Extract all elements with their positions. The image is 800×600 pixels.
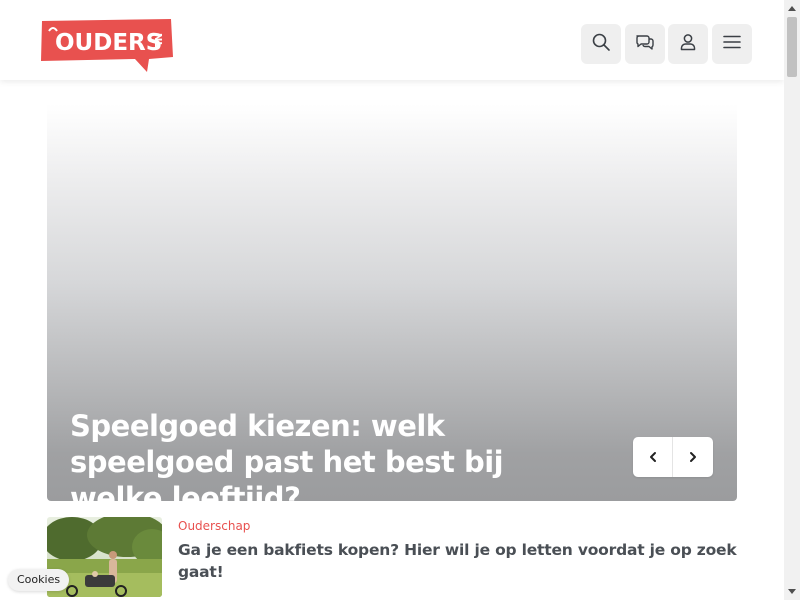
article-title[interactable]: Ga je een bakfiets kopen? Hier wil je op…: [178, 539, 748, 583]
search-icon: [591, 32, 611, 56]
account-button[interactable]: [668, 24, 708, 64]
forum-button[interactable]: [625, 24, 665, 64]
hero-title[interactable]: Speelgoed kiezen: welk speelgoed past he…: [70, 408, 590, 501]
menu-icon: [722, 32, 742, 56]
user-icon: [678, 32, 698, 56]
chevron-right-icon: [687, 448, 699, 467]
carousel-controls: [633, 437, 713, 477]
chevron-left-icon: [647, 448, 659, 467]
cookies-button[interactable]: Cookies: [8, 569, 70, 591]
logo-suffix: NL: [152, 33, 163, 48]
search-button[interactable]: [581, 24, 621, 64]
chat-bubbles-icon: [635, 32, 655, 56]
site-header: OUDERS NL: [0, 0, 784, 80]
article-teaser[interactable]: Ouderschap Ga je een bakfiets kopen? Hie…: [47, 517, 747, 597]
carousel-prev-button[interactable]: [633, 437, 673, 477]
page: OUDERS NL Speelgoed kiezen: welk speelgo…: [0, 0, 784, 600]
hero-carousel[interactable]: Speelgoed kiezen: welk speelgoed past he…: [47, 104, 737, 501]
page-scrollbar[interactable]: [784, 0, 800, 600]
menu-button[interactable]: [712, 24, 752, 64]
site-logo[interactable]: OUDERS NL: [39, 19, 175, 73]
carousel-next-button[interactable]: [673, 437, 713, 477]
logo-wordmark: OUDERS: [55, 30, 162, 56]
scroll-thumb[interactable]: [787, 17, 797, 77]
article-category[interactable]: Ouderschap: [178, 519, 250, 533]
scroll-down-arrow[interactable]: [784, 584, 800, 600]
scroll-up-arrow[interactable]: [784, 0, 800, 16]
